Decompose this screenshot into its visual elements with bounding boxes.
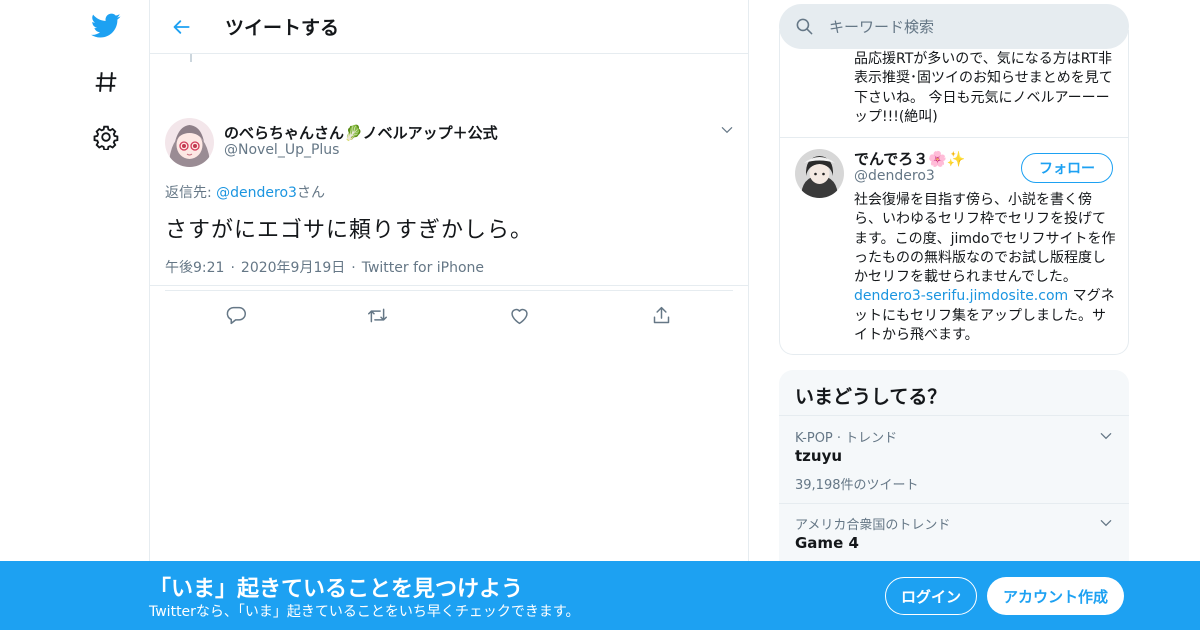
author-handle[interactable]: @Novel_Up_Plus [224, 142, 339, 158]
signup-button[interactable]: アカウント作成 [987, 577, 1124, 615]
chevron-down-icon[interactable] [1099, 428, 1113, 447]
tweet-source: Twitter for iPhone [361, 260, 485, 276]
tweet-text: さすがにエゴサに頼りすぎかしら。 [165, 218, 534, 243]
user-bio: 社会復帰を目指す傍ら、小説を書く傍ら、いわゆるセリフ枠でセリフを投げてます。この… [854, 191, 1116, 345]
trend-meta: K-POP · トレンド [795, 431, 898, 446]
bio-link[interactable]: dendero3-serifu.jimdosite.com [854, 288, 1068, 304]
gear-icon[interactable] [90, 121, 122, 153]
reply-icon [226, 306, 246, 324]
twitter-bird-icon[interactable] [90, 10, 122, 42]
tweet-actions [165, 300, 733, 330]
search-input[interactable] [829, 4, 1109, 49]
reply-mention-link[interactable]: @dendero3 [216, 185, 297, 201]
follow-button[interactable]: フォロー [1021, 153, 1113, 183]
reply-suffix: さん [296, 185, 325, 201]
avatar[interactable] [795, 149, 844, 198]
meta-separator: · [230, 260, 235, 276]
reply-context: 返信先: @dendero3さん [165, 182, 325, 202]
author-avatar[interactable] [165, 118, 214, 167]
like-icon [510, 308, 528, 324]
retweet-button[interactable] [365, 303, 389, 327]
share-button[interactable] [649, 303, 673, 327]
user-handle[interactable]: @dendero3 [854, 168, 935, 184]
thread-line [190, 54, 192, 62]
reply-button[interactable] [224, 303, 248, 327]
page-title: ツイートする [225, 17, 340, 39]
chevron-down-icon[interactable] [1099, 515, 1113, 534]
trends-title: いまどうしてる？ [795, 386, 947, 408]
share-icon [653, 306, 669, 323]
retweet-icon [367, 308, 387, 322]
tweet-time[interactable]: 午後9:21 [165, 260, 224, 276]
trend-meta: アメリカ合衆国のトレンド [795, 518, 951, 533]
like-button[interactable] [507, 303, 531, 327]
reply-prefix: 返信先: [165, 185, 217, 201]
divider [150, 285, 748, 286]
divider [779, 415, 1129, 416]
right-sidebar: 品応援RTが多いので、気になる方はRT非表示推奨･固ツイのお知らせまとめを見て下… [779, 0, 1129, 630]
trend-name[interactable]: tzuyu [795, 447, 842, 465]
divider [780, 137, 1128, 138]
divider [779, 503, 1129, 504]
user-card: 品応援RTが多いので、気になる方はRT非表示推奨･固ツイのお知らせまとめを見て下… [779, 30, 1129, 355]
search-box [779, 4, 1129, 49]
divider [165, 290, 733, 291]
arrow-left-icon [173, 20, 190, 34]
tweet-date[interactable]: 2020年9月19日 [241, 260, 345, 276]
left-nav [80, 0, 150, 630]
meta-separator: · [351, 260, 356, 276]
user-bio-text: 社会復帰を目指す傍ら、小説を書く傍ら、いわゆるセリフ枠でセリフを投げてます。この… [854, 192, 1116, 286]
main-column: ツイートする のべらちゃんさん🥬ノベルアップ＋公式 @Novel_Up_Plus [149, 0, 749, 630]
page-header: ツイートする [150, 0, 748, 54]
trend-name[interactable]: Game 4 [795, 534, 859, 552]
search-icon [796, 18, 813, 35]
tweet-meta: 午後9:21 · 2020年9月19日 · Twitter for iPhone [165, 257, 484, 277]
app-root: ツイートする のべらちゃんさん🥬ノベルアップ＋公式 @Novel_Up_Plus [0, 0, 1200, 630]
banner-title: 「いま」起きていることを見つけよう [149, 577, 524, 602]
user-name[interactable]: でんでろ３🌸✨ [854, 148, 966, 169]
login-button[interactable]: ログイン [885, 577, 977, 615]
hashtag-icon[interactable] [90, 66, 122, 98]
trend-count: 39,198件のツイート [795, 478, 919, 493]
banner-subtitle: Twitterなら、「いま」起きていることをいち早くチェックできます。 [149, 604, 580, 620]
signup-banner: 「いま」起きていることを見つけよう Twitterなら、「いま」起きていることを… [0, 561, 1200, 630]
author-name[interactable]: のべらちゃんさん🥬ノベルアップ＋公式 [224, 122, 498, 143]
previous-user-bio: 品応援RTが多いので、気になる方はRT非表示推奨･固ツイのお知らせまとめを見て下… [854, 51, 1113, 125]
chevron-down-icon[interactable] [720, 122, 734, 141]
back-button[interactable] [168, 13, 196, 41]
